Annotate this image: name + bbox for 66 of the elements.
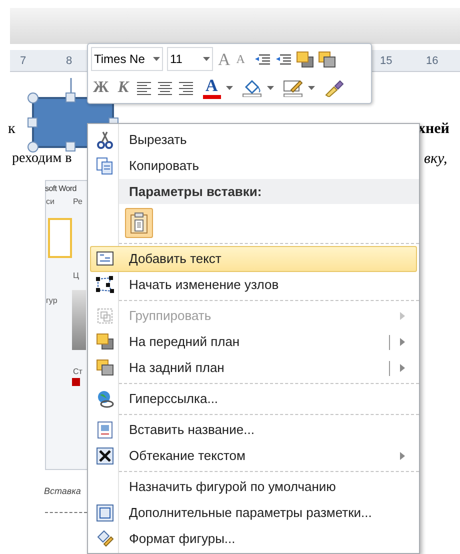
menu-item[interactable]: Копировать [90, 153, 417, 179]
menu-item[interactable]: Гиперссылка... [90, 386, 417, 412]
font-color-button[interactable]: A [202, 77, 221, 99]
screenshot-swatch [72, 378, 80, 386]
align-right-icon [178, 80, 194, 96]
document-text: реходим в [12, 150, 72, 168]
dropdown-arrow-icon [203, 57, 210, 61]
menu-item[interactable]: Вырезать [90, 127, 417, 153]
font-name-dropdown[interactable]: Times Ne [91, 47, 163, 71]
dropdown-arrow-icon [266, 86, 274, 90]
menu-item[interactable]: Назначить фигурой по умолчанию [90, 474, 417, 500]
bring-forward-icon [96, 333, 114, 351]
paste-option-button[interactable] [125, 208, 153, 238]
menu-item[interactable]: Добавить текст [90, 246, 417, 272]
menu-item[interactable]: Формат фигуры... [90, 526, 417, 552]
align-center-icon [156, 80, 173, 96]
copy-icon [96, 157, 114, 175]
screenshot-swatch [72, 290, 86, 350]
format-painter-icon [324, 79, 344, 97]
menu-item: Группировать [90, 303, 417, 329]
globe-link-icon [96, 390, 114, 408]
increase-indent-icon [274, 52, 292, 66]
align-left-icon [136, 80, 152, 96]
menu-item[interactable]: Начать изменение узлов [90, 272, 417, 298]
text-box-icon [96, 250, 114, 268]
ruler-number: 7 [20, 54, 26, 69]
document-text: к [8, 120, 16, 139]
dropdown-arrow-icon [153, 57, 160, 61]
scissors-icon [96, 131, 114, 149]
screenshot-text: си [46, 196, 54, 208]
format-shape-icon [96, 530, 114, 548]
dropdown-arrow-icon [308, 86, 315, 90]
paint-bucket-icon [242, 79, 262, 97]
clipboard-icon [130, 212, 148, 234]
decrease-indent-icon [254, 52, 271, 66]
insert-caption-icon [96, 421, 114, 439]
screenshot-caption: Вставка [44, 485, 81, 498]
menu-item[interactable]: На задний план [90, 355, 417, 381]
pen-outline-icon [282, 79, 303, 97]
screenshot-text: Ст [73, 366, 82, 378]
bold-button[interactable]: Ж [91, 76, 111, 100]
send-backward-icon [318, 50, 336, 68]
screenshot-text: Ре [73, 196, 82, 208]
screenshot-panel [48, 218, 72, 258]
dropdown-arrow-icon [226, 86, 233, 90]
font-size-dropdown[interactable]: 11 [167, 47, 213, 71]
text-wrap-icon [96, 447, 114, 465]
group-icon [96, 307, 114, 325]
ruler-number: 8 [66, 54, 72, 69]
screenshot-text: Ц [73, 270, 79, 282]
send-backward-icon [96, 359, 114, 377]
bring-forward-icon [296, 50, 314, 68]
document-text: вку, [424, 150, 448, 169]
italic-button[interactable]: К [116, 76, 131, 100]
edit-points-icon [96, 276, 114, 294]
menu-item[interactable]: На передний план [90, 329, 417, 355]
document-text: хней [418, 120, 450, 139]
layout-options-icon [96, 504, 114, 522]
menu-section-header: Параметры вставки: [119, 179, 419, 204]
menu-item[interactable]: Дополнительные параметры разметки... [90, 500, 417, 526]
ruler-number: 16 [426, 54, 438, 69]
screenshot-text: гур [46, 295, 58, 307]
ruler-number: 15 [380, 54, 392, 69]
screenshot-title: soft Word [45, 183, 76, 195]
menu-item[interactable]: Обтекание текстом [90, 443, 417, 469]
menu-item[interactable]: Вставить название... [90, 417, 417, 443]
